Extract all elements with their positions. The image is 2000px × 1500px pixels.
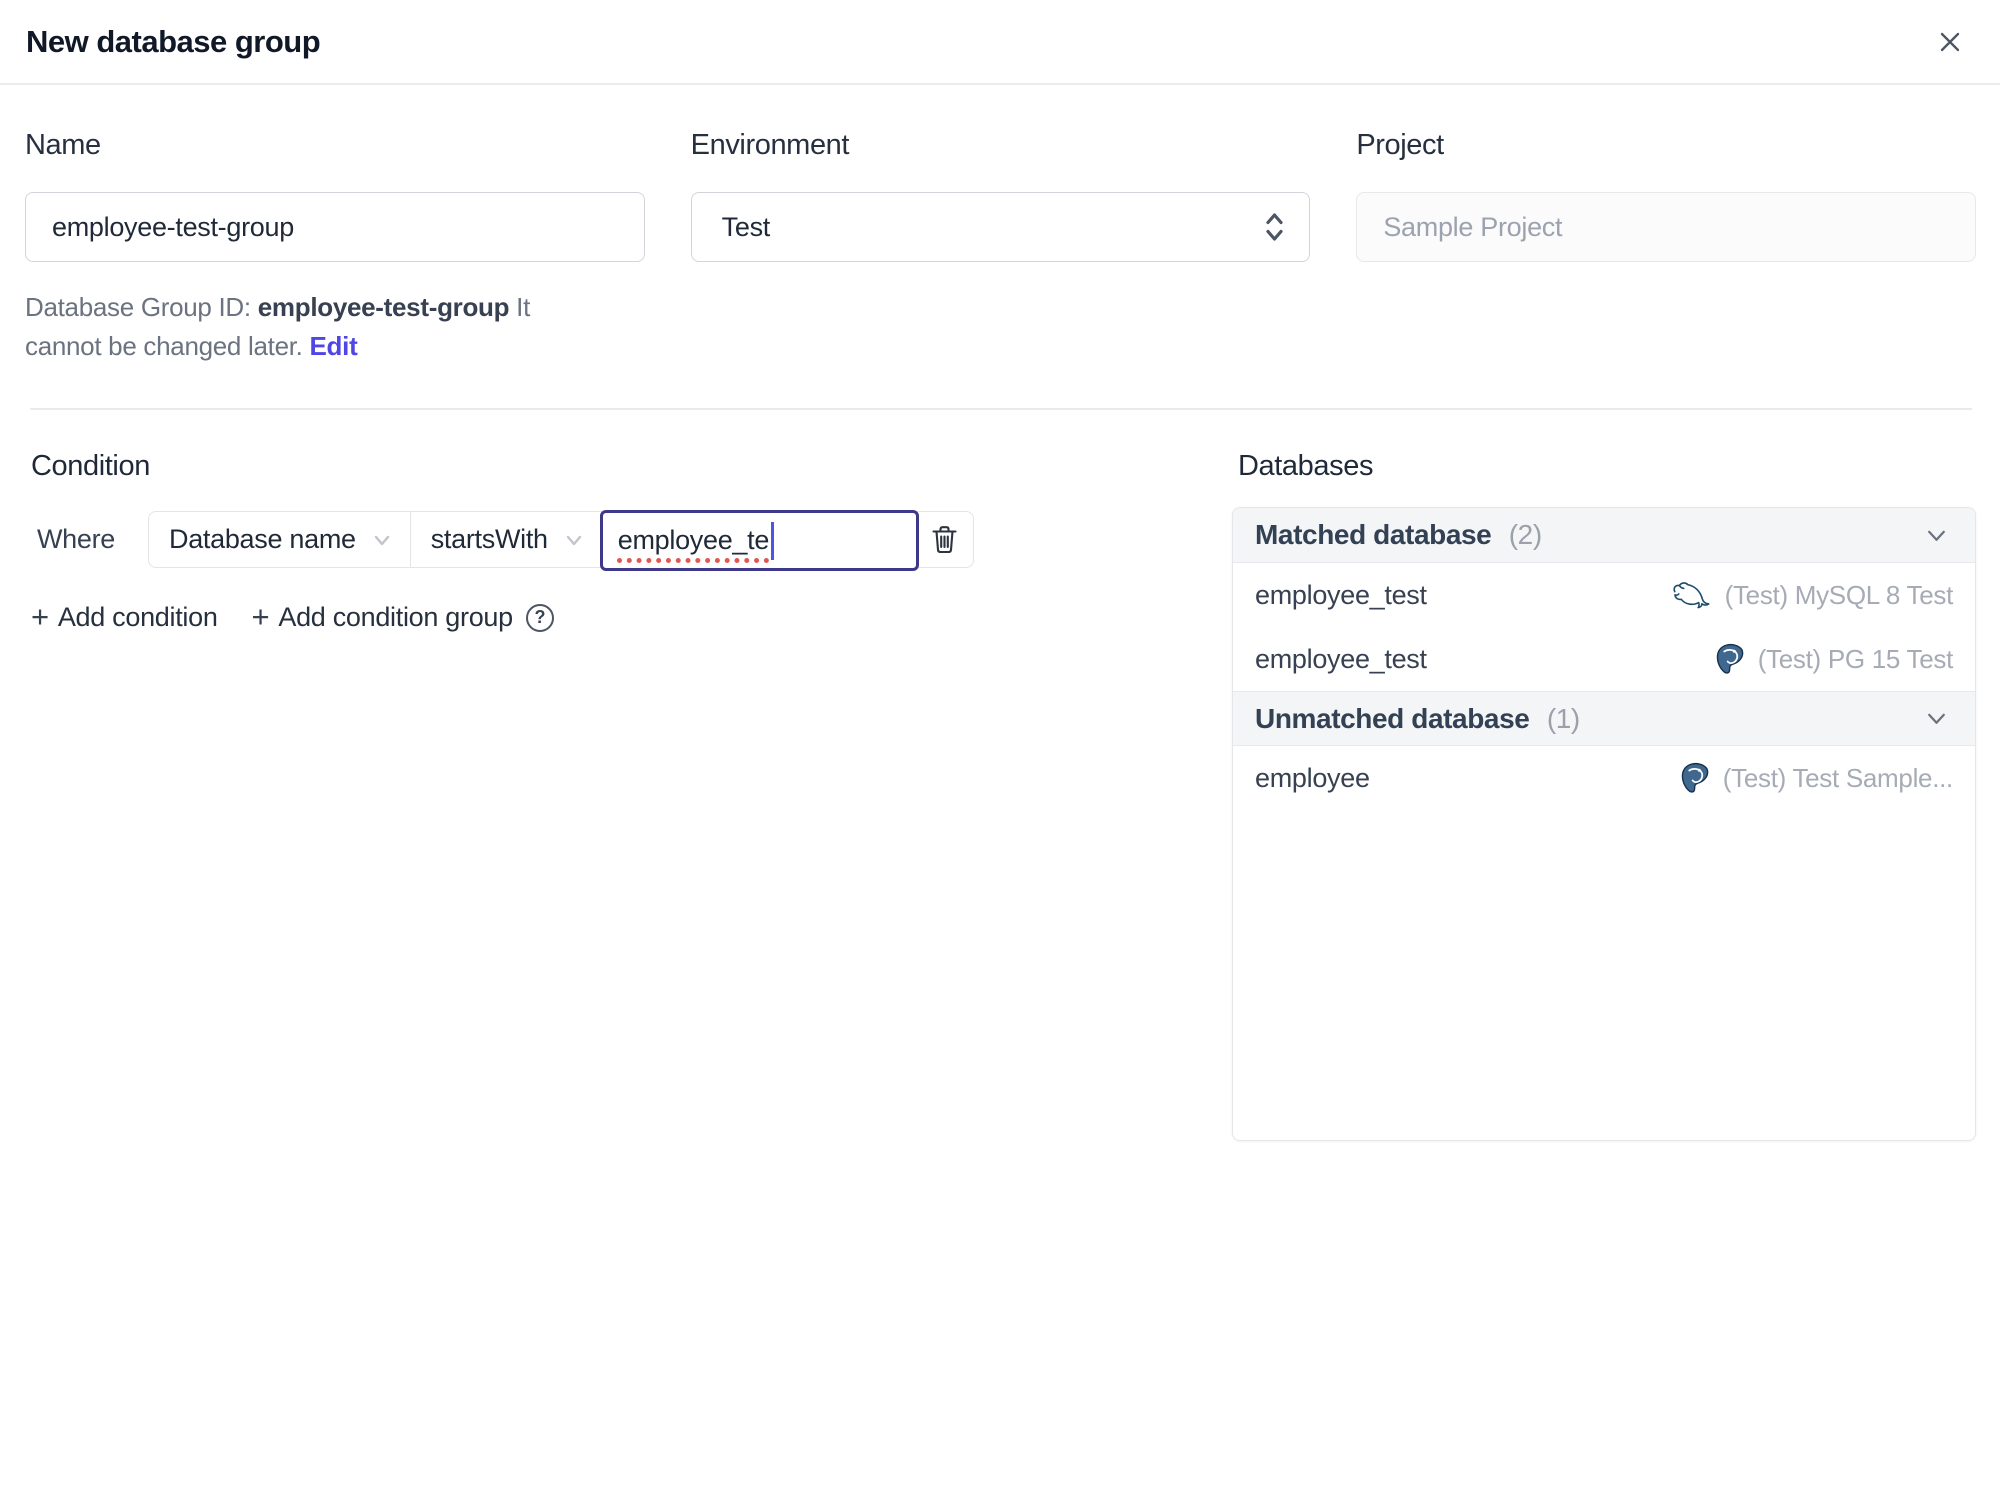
databases-panel: Matched database (2) employee_test (Test…	[1232, 507, 1976, 1141]
mysql-icon	[1670, 579, 1712, 612]
database-name: employee_test	[1255, 579, 1427, 610]
plus-icon: +	[251, 598, 270, 634]
environment-select-value: Test	[721, 211, 771, 242]
close-icon	[1934, 26, 1966, 58]
where-label: Where	[37, 524, 116, 554]
name-field-group: Name Database Group ID: employee-test-gr…	[25, 129, 645, 366]
database-group: Unmatched database (1) employee (Test) T…	[1233, 691, 1975, 810]
dialog-header: New database group	[0, 0, 2000, 85]
close-button[interactable]	[1934, 26, 1966, 58]
trash-icon	[929, 523, 960, 556]
condition-factor-value: Database name	[169, 524, 356, 554]
chevron-down-icon	[1922, 704, 1951, 733]
databases-heading: Databases	[1238, 450, 1374, 482]
condition-section: Condition Where Database name startsWith	[25, 450, 1184, 633]
database-group-title: Unmatched database	[1255, 702, 1530, 734]
text-caret	[771, 521, 775, 560]
add-condition-group-link[interactable]: + Add condition group	[251, 598, 514, 634]
add-condition-label: Add condition	[57, 602, 218, 632]
plus-icon: +	[31, 598, 49, 634]
database-group-header[interactable]: Unmatched database (1)	[1233, 691, 1975, 746]
database-group-count: (2)	[1501, 519, 1542, 550]
condition-heading: Condition	[31, 450, 150, 482]
database-name: employee	[1255, 762, 1370, 793]
group-id-prefix: Database Group ID:	[25, 292, 258, 322]
name-label: Name	[25, 129, 101, 161]
environment-field-group: Environment Test	[690, 129, 1311, 366]
condition-operator-select[interactable]: startsWith	[411, 512, 602, 567]
condition-operator-value: startsWith	[430, 524, 548, 554]
condition-factor-select[interactable]: Database name	[149, 512, 411, 567]
new-database-group-dialog: New database group Name Database Group I…	[0, 0, 2000, 1141]
environment-label: Environment	[690, 129, 850, 161]
database-instance-label: (Test) MySQL 8 Test	[1724, 579, 1954, 610]
name-input[interactable]	[25, 192, 645, 262]
database-row: employee (Test) Test Sample...	[1233, 746, 1975, 810]
dialog-title: New database group	[26, 23, 321, 59]
group-id-value: employee-test-group	[257, 292, 510, 322]
main-section: Condition Where Database name startsWith	[0, 410, 2000, 1141]
chevron-down-icon	[1922, 521, 1951, 550]
form-section: Name Database Group ID: employee-test-gr…	[0, 85, 2000, 366]
project-select-value: Sample Project	[1383, 211, 1563, 242]
condition-group: Database name startsWith employee_te	[148, 510, 974, 571]
database-instance-label: (Test) Test Sample...	[1722, 762, 1954, 793]
condition-row: Where Database name startsWith employee_…	[25, 510, 1184, 571]
chevron-down-icon	[370, 528, 394, 552]
project-field-group: Project Sample Project	[1356, 129, 1976, 366]
project-select: Sample Project	[1356, 192, 1976, 262]
postgres-icon	[1680, 762, 1710, 794]
databases-section: Databases Matched database (2) employee_…	[1232, 450, 1976, 1141]
postgres-icon	[1715, 643, 1745, 675]
chevron-down-icon	[562, 528, 586, 552]
database-row: employee_test (Test) MySQL 8 Test	[1233, 563, 1975, 627]
environment-select[interactable]: Test	[690, 192, 1311, 262]
updown-chevron-icon	[1262, 209, 1287, 245]
add-condition-link[interactable]: + Add condition	[31, 598, 218, 634]
group-id-hint: Database Group ID: employee-test-group I…	[25, 288, 537, 366]
condition-value-text: employee_te	[617, 525, 770, 555]
database-group-title: Matched database	[1255, 519, 1492, 550]
database-group-header[interactable]: Matched database (2)	[1233, 508, 1975, 563]
help-icon[interactable]: ?	[525, 603, 554, 632]
database-group-count: (1)	[1539, 702, 1580, 734]
delete-condition-button[interactable]	[916, 512, 973, 567]
condition-actions: + Add condition + Add condition group ?	[31, 598, 1184, 634]
database-row: employee_test (Test) PG 15 Test	[1233, 627, 1975, 691]
database-name: employee_test	[1255, 643, 1427, 674]
project-label: Project	[1356, 129, 1444, 161]
add-condition-group-label: Add condition group	[278, 602, 513, 632]
database-instance-label: (Test) PG 15 Test	[1757, 643, 1954, 674]
database-group: Matched database (2) employee_test (Test…	[1233, 508, 1975, 691]
edit-link[interactable]: Edit	[310, 331, 358, 361]
condition-value-input[interactable]: employee_te	[599, 510, 919, 571]
